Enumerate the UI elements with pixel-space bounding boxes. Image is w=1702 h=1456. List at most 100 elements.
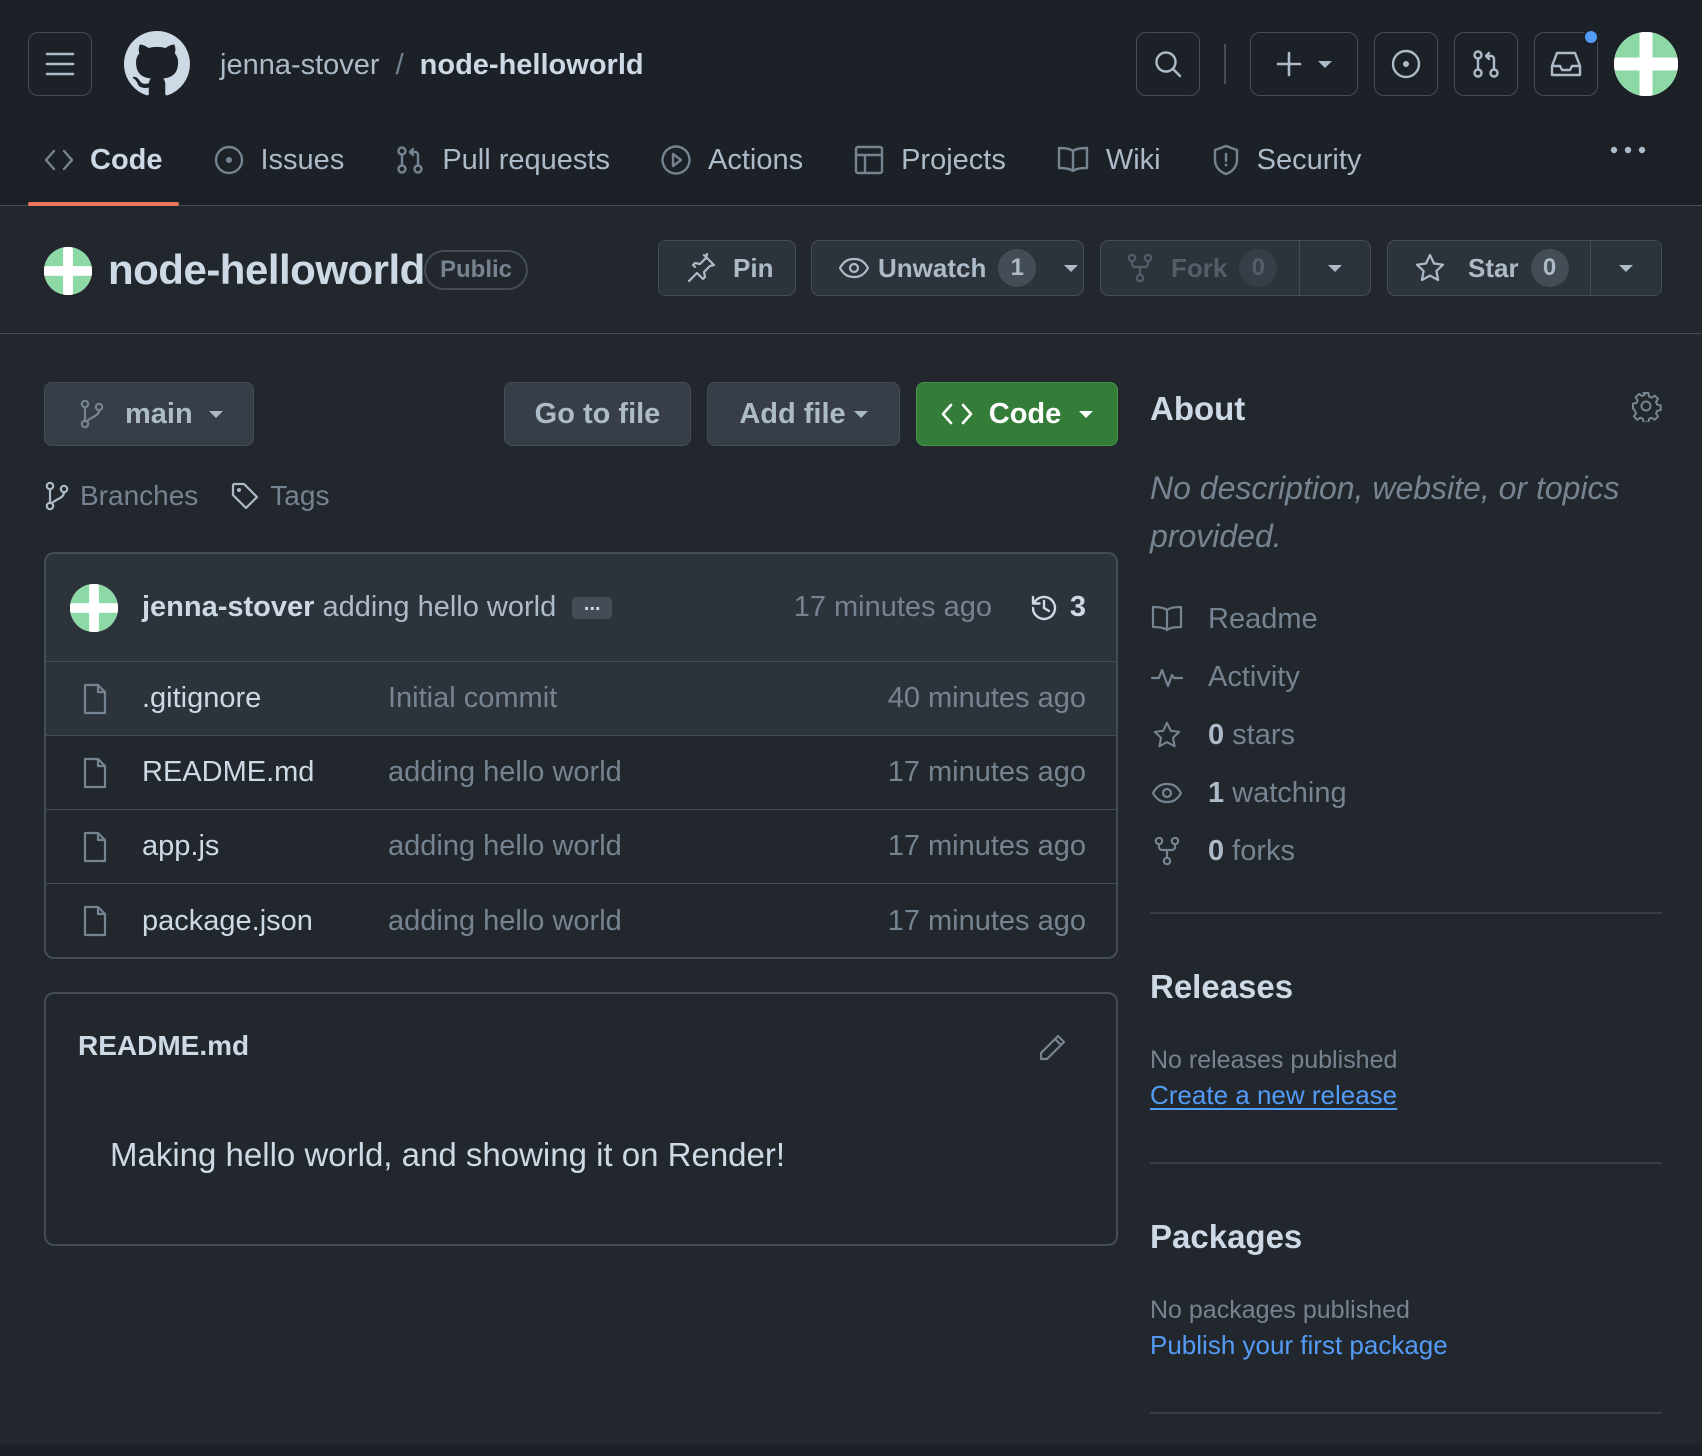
sidebar-divider [1150,1412,1662,1414]
star-button[interactable]: Star 0 [1387,240,1662,296]
tab-wiki[interactable]: Wiki [1040,128,1177,192]
tags-link[interactable]: Tags [230,480,329,512]
fork-dropdown[interactable] [1299,241,1370,295]
tab-code[interactable]: Code [28,128,179,206]
branch-icon [45,481,69,511]
pull-request-icon [397,146,424,174]
file-commit-message[interactable]: adding hello world [388,756,622,789]
readme-link[interactable]: Readme [1150,590,1347,648]
fork-icon [1127,253,1153,283]
chevron-down-icon [1328,264,1342,272]
watch-count: 1 [998,249,1037,287]
file-commit-message[interactable]: Initial commit [388,682,557,715]
tab-issues[interactable]: Issues [197,128,361,192]
repo-title-bar: node-helloworld Public Pin Unwatch 1 For… [0,206,1702,334]
owner-link[interactable]: jenna-stover [220,49,380,82]
file-row[interactable]: .gitignore Initial commit 40 minutes ago [46,662,1116,736]
file-commit-time: 17 minutes ago [887,830,1086,862]
commit-count: 3 [1069,591,1086,623]
tab-actions[interactable]: Actions [644,128,819,192]
tab-security[interactable]: Security [1195,128,1378,192]
publish-package-link[interactable]: Publish your first package [1150,1330,1448,1361]
tab-label: Projects [901,143,1006,176]
user-avatar[interactable] [1614,32,1678,96]
stars-link[interactable]: 0 stars [1150,706,1347,764]
packages-title[interactable]: Packages [1150,1218,1302,1256]
star-dropdown[interactable] [1590,241,1661,295]
readme-content: Making hello world, and showing it on Re… [110,1136,786,1173]
book-icon [1151,605,1183,632]
readme-title[interactable]: README.md [78,1030,249,1062]
tab-pull-requests[interactable]: Pull requests [378,128,626,192]
watch-button[interactable]: Unwatch 1 [811,240,1084,296]
history-icon [1031,595,1056,620]
activity-label: Activity [1208,660,1300,693]
tab-projects[interactable]: Projects [837,128,1022,192]
code-icon [941,403,973,425]
tab-label: Security [1256,143,1362,176]
issue-icon [1391,49,1421,79]
play-icon [661,145,691,175]
fork-button[interactable]: Fork 0 [1100,240,1371,296]
issue-icon [214,145,243,175]
star-label: Star [1468,252,1519,283]
commit-message[interactable]: adding hello world [322,591,556,624]
file-commit-message[interactable]: adding hello world [388,905,622,938]
repo-name[interactable]: node-helloworld [108,246,425,294]
file-commit-time: 17 minutes ago [887,756,1086,788]
commit-author-avatar[interactable] [70,583,118,632]
pull-requests-button[interactable] [1454,32,1518,96]
releases-title[interactable]: Releases [1150,968,1293,1006]
repo-link[interactable]: node-helloworld [420,49,644,82]
github-logo-icon[interactable] [124,31,190,97]
pin-label: Pin [733,252,774,283]
file-icon [83,831,107,862]
file-name[interactable]: README.md [142,756,314,789]
activity-link[interactable]: Activity [1150,648,1347,706]
file-name[interactable]: package.json [142,905,313,938]
watching-link[interactable]: 1 watching [1150,764,1347,822]
file-row[interactable]: package.json adding hello world 17 minut… [46,884,1116,957]
add-file-button[interactable]: Add file [707,382,900,446]
tab-label: Issues [260,143,345,176]
branch-name: main [125,397,193,430]
menu-button[interactable] [28,32,92,96]
pin-button[interactable]: Pin [658,240,796,296]
pencil-icon [1039,1034,1066,1061]
about-description: No description, website, or topics provi… [1150,470,1620,554]
edit-readme-button[interactable] [1036,1032,1068,1064]
search-button[interactable] [1136,32,1200,96]
issues-button[interactable] [1374,32,1438,96]
branch-selector[interactable]: main [44,382,254,446]
tags-label: Tags [270,480,330,511]
ref-links: Branches Tags [44,480,361,512]
forks-link[interactable]: 0 forks [1150,822,1347,880]
inbox-icon [1550,51,1582,77]
file-row[interactable]: README.md adding hello world 17 minutes … [46,736,1116,810]
file-name[interactable]: app.js [142,830,219,863]
branches-link[interactable]: Branches [44,480,198,512]
go-to-file-button[interactable]: Go to file [504,382,691,446]
chevron-down-icon [1318,60,1332,68]
edit-about-button[interactable] [1630,390,1662,422]
commit-history-link[interactable]: 3 [1028,591,1086,624]
create-release-link[interactable]: Create a new release [1150,1080,1397,1111]
commit-author[interactable]: jenna-stover [142,591,314,624]
branches-label: Branches [80,480,199,511]
pull-request-icon [1473,50,1499,78]
owner-avatar[interactable] [44,247,92,295]
header-divider [1224,44,1226,84]
star-icon [1415,253,1445,282]
expand-commit-button[interactable]: ... [572,594,613,619]
file-icon [83,905,107,937]
code-button[interactable]: Code [916,382,1118,446]
code-label: Code [988,397,1062,430]
file-name[interactable]: .gitignore [142,682,261,715]
file-commit-message[interactable]: adding hello world [388,830,622,863]
chevron-down-icon [853,410,868,418]
branch-icon [80,399,104,429]
create-new-button[interactable] [1250,32,1358,96]
file-commit-time: 40 minutes ago [887,682,1086,714]
more-tabs-button[interactable] [1610,145,1646,155]
file-row[interactable]: app.js adding hello world 17 minutes ago [46,810,1116,884]
